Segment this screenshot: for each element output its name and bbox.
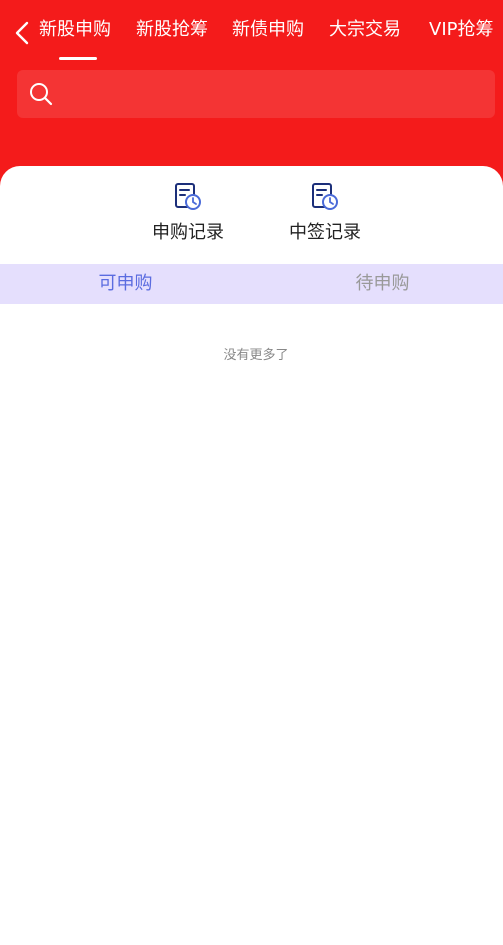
content-card: 申购记录 中签记录 可申购 待申购 没有更多了 xyxy=(0,166,503,945)
winning-records-label: 中签记录 xyxy=(289,222,361,243)
active-tab-indicator xyxy=(59,57,97,60)
subscription-subtabs: 可申购 待申购 xyxy=(0,264,503,304)
app-page: 新股申购 新股抢筹 新债申购 大宗交易 VIP抢筹 申购记录 中签记录 可申购 … xyxy=(0,0,503,945)
search-bar[interactable] xyxy=(17,70,495,118)
tab-new-bond-subscribe[interactable]: 新债申购 xyxy=(232,16,304,44)
tab-new-stock-rush[interactable]: 新股抢筹 xyxy=(136,16,208,44)
winning-records-button[interactable]: 中签记录 xyxy=(280,182,370,252)
subscribe-records-label: 申购记录 xyxy=(152,222,224,243)
header: 新股申购 新股抢筹 新债申购 大宗交易 VIP抢筹 xyxy=(0,0,503,190)
top-tabs: 新股申购 新股抢筹 新债申购 大宗交易 VIP抢筹 xyxy=(0,0,503,64)
record-clock-icon xyxy=(175,183,201,210)
search-input[interactable] xyxy=(63,78,487,112)
tab-new-stock-subscribe[interactable]: 新股申购 xyxy=(39,16,111,44)
tab-block-trade[interactable]: 大宗交易 xyxy=(329,16,401,44)
subscribe-records-button[interactable]: 申购记录 xyxy=(143,182,233,252)
empty-list-text: 没有更多了 xyxy=(223,348,289,363)
search-icon xyxy=(30,83,53,106)
record-clock-icon xyxy=(312,183,338,210)
subtab-available[interactable]: 可申购 xyxy=(0,264,251,304)
subtab-pending[interactable]: 待申购 xyxy=(257,264,503,304)
tab-vip-rush[interactable]: VIP抢筹 xyxy=(429,16,493,44)
